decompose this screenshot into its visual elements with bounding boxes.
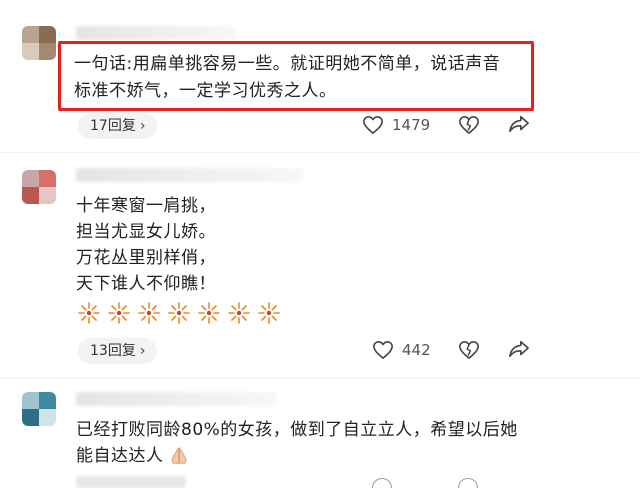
reply-button[interactable]: 13回复 › [78,338,158,364]
fireworks-icon [108,302,130,324]
like-count: 442 [402,341,431,359]
dislike-heart-icon[interactable] [458,340,480,360]
comment-text-line: 已经打败同龄80%的女孩，做到了自立立人，希望以后她 [76,420,518,440]
avatar[interactable] [22,170,56,204]
avatar[interactable] [22,26,56,60]
comment-text-line: 十年寒窗一肩挑， [76,196,216,216]
fireworks-icon [138,302,160,324]
heart-icon [372,340,394,360]
comment-text-line: 一句话:用扁单挑容易一些。就证明她不简单，说话声音 [74,54,501,74]
comment-text-line: 能自达达人 [76,443,190,469]
avatar[interactable] [22,392,56,426]
fireworks-icon [198,302,220,324]
dislike-heart-icon[interactable] [458,115,480,135]
comment-text-line: 天下谁人不仰瞧！ [76,274,216,294]
chevron-right-icon: › [139,343,146,359]
share-icon[interactable] [508,114,530,134]
username-blurred [76,392,276,406]
divider [0,378,640,379]
meta-blurred [76,476,186,488]
username-blurred [76,26,236,40]
dislike-heart-icon[interactable] [458,478,478,488]
folded-hands-icon [171,447,186,464]
reply-button[interactable]: 17回复 › [78,113,158,139]
comment-text-line: 标准不娇气，一定学习优秀之人。 [74,81,337,101]
like-button[interactable]: 442 [372,340,431,360]
reply-count: 13回复 [90,343,136,359]
comment-text-fragment: 能自达达人 [76,446,164,466]
share-icon[interactable] [508,339,530,359]
like-count: 1479 [392,116,431,134]
heart-icon[interactable] [372,478,392,488]
comment-text-line: 担当尤显女儿娇。 [76,222,216,242]
fireworks-icon [228,302,250,324]
username-blurred [76,168,304,182]
fireworks-icon [78,302,100,324]
chevron-right-icon: › [139,118,146,134]
emoji-row [76,300,282,326]
comment-text-line: 万花丛里别样俏， [76,248,216,268]
fireworks-icon [168,302,190,324]
divider [0,152,640,153]
reply-count: 17回复 [90,118,136,134]
heart-icon [362,115,384,135]
like-button[interactable]: 1479 [362,115,430,135]
fireworks-icon [258,302,280,324]
